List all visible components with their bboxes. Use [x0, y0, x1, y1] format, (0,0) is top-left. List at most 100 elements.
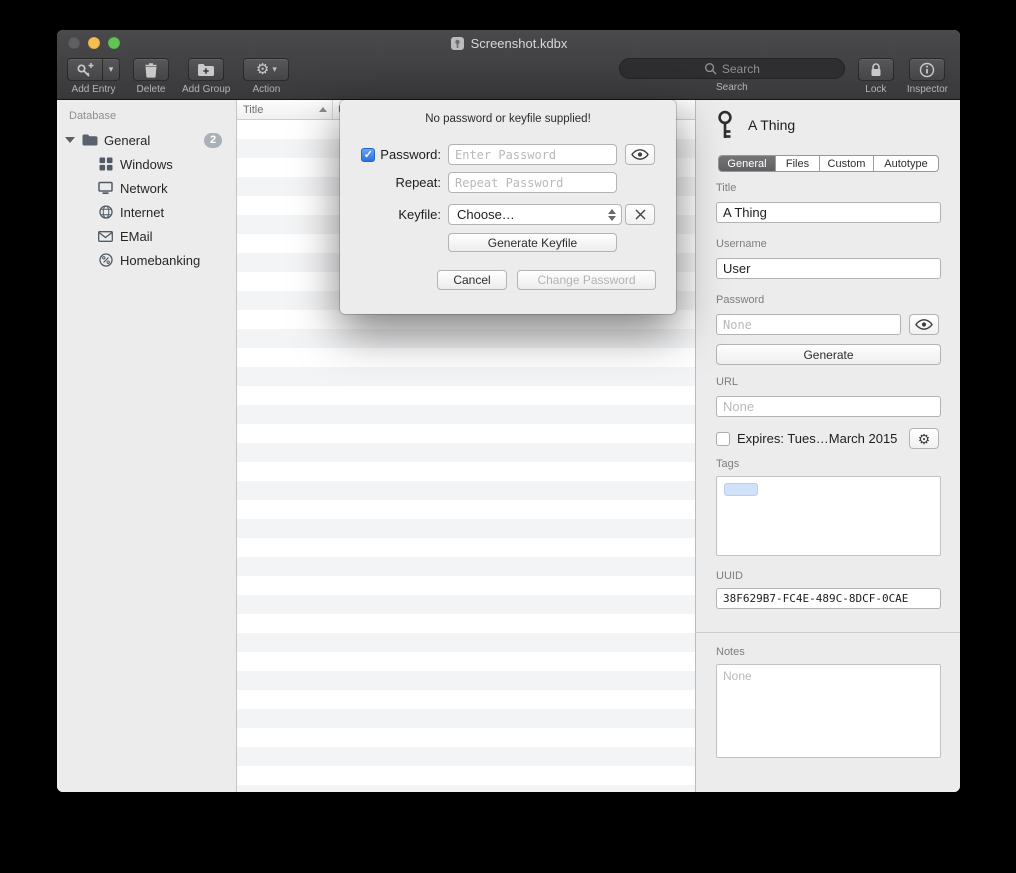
lock-icon — [869, 62, 883, 78]
entry-count-badge: 2 — [204, 133, 222, 148]
password-enabled-checkbox[interactable]: ✓ — [361, 148, 375, 162]
lock-button[interactable] — [858, 58, 894, 81]
tag-chip[interactable] — [724, 483, 758, 496]
percent-icon — [97, 253, 114, 267]
tab-files[interactable]: Files — [776, 156, 820, 171]
tab-custom[interactable]: Custom — [820, 156, 874, 171]
globe-icon — [97, 205, 114, 219]
titlebar[interactable]: Screenshot.kdbx — [57, 30, 960, 56]
change-password-button[interactable]: Change Password — [517, 270, 656, 290]
keyfile-value: Choose… — [457, 207, 515, 222]
password-label: Password: — [380, 144, 441, 165]
chevron-down-icon: ▾ — [109, 64, 114, 75]
key-plus-icon — [76, 62, 94, 78]
sidebar-item-internet[interactable]: Internet — [57, 200, 236, 224]
inspector-button[interactable] — [909, 58, 945, 81]
toolbar-item-add-entry: ▾ Add Entry — [67, 58, 120, 95]
toolbar-item-add-group: Add Group — [182, 58, 230, 95]
action-label: Action — [252, 84, 280, 95]
generate-keyfile-button[interactable]: Generate Keyfile — [448, 233, 617, 252]
trash-icon — [144, 62, 158, 78]
app-window: Screenshot.kdbx — [57, 30, 960, 792]
inspector-label: Inspector — [907, 84, 948, 95]
generate-button[interactable]: Generate — [716, 344, 941, 365]
sidebar-item-windows[interactable]: Windows — [57, 152, 236, 176]
add-group-button[interactable] — [188, 58, 224, 81]
add-entry-button[interactable] — [67, 58, 103, 81]
reveal-password-button[interactable] — [625, 144, 655, 165]
column-header-title[interactable]: Title — [237, 100, 333, 119]
username-field[interactable] — [716, 258, 941, 279]
username-label: Username — [716, 238, 767, 250]
title-label: Title — [716, 182, 736, 194]
windows-icon — [97, 157, 114, 171]
reveal-password-button[interactable] — [909, 314, 939, 335]
password-field[interactable] — [716, 314, 901, 335]
toolbar-item-delete: Delete — [133, 58, 169, 95]
close-x-icon — [635, 209, 646, 220]
sidebar: Database General 2 Window — [57, 100, 237, 792]
search-input[interactable]: Search — [619, 58, 845, 79]
sidebar-item-label: Homebanking — [120, 253, 200, 268]
search-placeholder: Search — [722, 62, 760, 76]
inspector-header: A Thing — [716, 110, 795, 140]
add-entry-dropdown-button[interactable]: ▾ — [103, 58, 120, 81]
expires-settings-button[interactable]: ⚙ — [909, 428, 939, 449]
eye-icon — [631, 149, 649, 160]
window-title: Screenshot.kdbx — [471, 36, 568, 51]
sidebar-section-header: Database — [69, 110, 236, 122]
sidebar-item-label: EMail — [120, 229, 153, 244]
column-title-label: Title — [243, 104, 263, 116]
folder-plus-icon — [197, 63, 215, 77]
toolbar-item-action: ⚙ ▾ Action — [243, 58, 289, 95]
sidebar-item-homebanking[interactable]: Homebanking — [57, 248, 236, 272]
change-password-dialog: No password or keyfile supplied! ✓ Passw… — [340, 100, 676, 314]
repeat-password-input[interactable] — [448, 172, 617, 193]
search-label: Search — [716, 82, 748, 93]
checkmark-icon: ✓ — [364, 149, 373, 161]
sidebar-item-label: Network — [120, 181, 168, 196]
delete-label: Delete — [137, 84, 166, 95]
close-button[interactable] — [68, 37, 80, 49]
sidebar-item-network[interactable]: Network — [57, 176, 236, 200]
clear-keyfile-button[interactable] — [625, 204, 655, 225]
toolbar-item-inspector: Inspector — [907, 58, 948, 95]
url-field[interactable] — [716, 396, 941, 417]
add-group-label: Add Group — [182, 84, 230, 95]
sidebar-item-general[interactable]: General 2 — [57, 128, 236, 152]
notes-field[interactable] — [716, 664, 941, 758]
action-button[interactable]: ⚙ ▾ — [243, 58, 289, 81]
tab-general[interactable]: General — [719, 156, 776, 171]
password-input[interactable] — [448, 144, 617, 165]
title-field[interactable] — [716, 202, 941, 223]
title-group: Screenshot.kdbx — [57, 30, 960, 56]
expires-row: Expires: Tues…March 2015 — [716, 428, 941, 449]
tab-autotype[interactable]: Autotype — [874, 156, 938, 171]
disclosure-triangle-icon[interactable] — [65, 137, 75, 143]
keyfile-label: Keyfile: — [340, 204, 441, 225]
sort-ascending-icon — [319, 107, 327, 112]
zoom-button[interactable] — [108, 37, 120, 49]
minimize-button[interactable] — [88, 37, 100, 49]
eye-icon — [915, 319, 933, 330]
uuid-field[interactable] — [716, 588, 941, 609]
toolbar-item-search: Search Search — [619, 58, 845, 93]
expires-label: Expires: Tues…March 2015 — [737, 431, 897, 446]
repeat-label: Repeat: — [340, 172, 441, 193]
sidebar-item-email[interactable]: EMail — [57, 224, 236, 248]
uuid-label: UUID — [716, 570, 743, 582]
folder-icon — [81, 134, 98, 146]
search-icon — [704, 62, 717, 75]
delete-button[interactable] — [133, 58, 169, 81]
chevron-down-icon: ▾ — [272, 64, 277, 75]
cancel-button[interactable]: Cancel — [437, 270, 507, 290]
toolbar: ▾ Add Entry Delete — [57, 56, 960, 99]
dialog-message: No password or keyfile supplied! — [340, 113, 676, 125]
tags-label: Tags — [716, 458, 739, 470]
keyfile-dropdown[interactable]: Choose… — [448, 204, 622, 225]
traffic-lights — [68, 37, 120, 49]
tags-field[interactable] — [716, 476, 941, 556]
sidebar-item-label: Windows — [120, 157, 173, 172]
key-icon — [716, 110, 734, 140]
expires-checkbox[interactable] — [716, 432, 730, 446]
